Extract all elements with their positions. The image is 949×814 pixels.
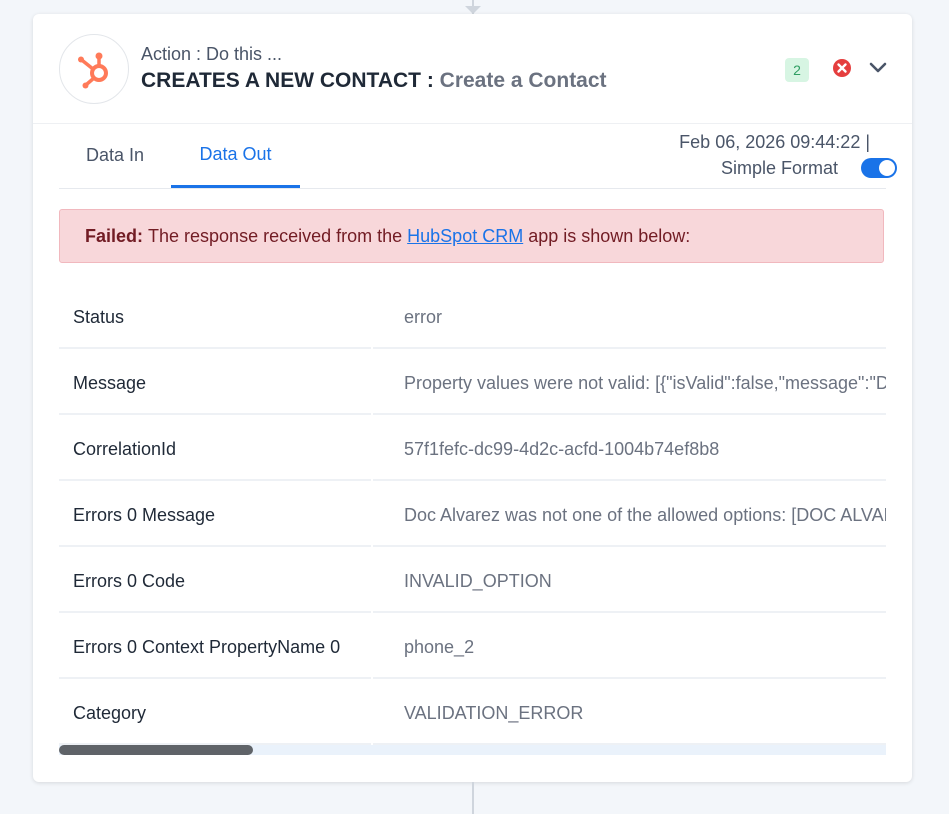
table-row: CorrelationId 57f1fefc-dc99-4d2c-acfd-10… [59,417,886,483]
simple-format-label: Simple Format [720,158,838,178]
table-row: Status error [59,285,886,351]
tab-data-out[interactable]: Data Out [171,124,300,188]
alert-text-after: app is shown below: [528,225,691,246]
row-key: Errors 0 Message [59,483,371,547]
response-table[interactable]: Status error Message Property values wer… [59,285,886,745]
error-x-icon[interactable] [832,58,852,78]
row-value: error [373,285,886,349]
alert-prefix: Failed: [85,225,144,246]
row-value: INVALID_OPTION [373,549,886,613]
step-title-sub: Create a Contact [439,69,607,92]
row-value: VALIDATION_ERROR [373,681,886,745]
row-key: Errors 0 Code [59,549,371,613]
hubspot-logo-icon [59,34,129,104]
step-header[interactable]: Action : Do this ... CREATES A NEW CONTA… [33,14,912,124]
alert-text-before: The response received from the [148,225,403,246]
table-row: Category VALIDATION_ERROR [59,681,886,745]
arrow-down-icon [465,6,481,14]
step-count-badge: 2 [785,58,809,82]
data-tabs: Data In Data Out Feb 06, 2026 09:44:22 |… [59,124,897,189]
hubspot-logo-svg [78,52,108,89]
flow-connector-bottom [472,782,474,814]
row-key: Status [59,285,371,349]
step-title-main: CREATES A NEW CONTACT : [141,69,434,92]
row-value: Doc Alvarez was not one of the allowed o… [373,483,886,547]
step-title: CREATES A NEW CONTACT : Create a Contact [141,69,607,93]
table-row: Errors 0 Message Doc Alvarez was not one… [59,483,886,549]
row-value: Property values were not valid: [{"isVal… [373,351,886,415]
row-value: phone_2 [373,615,886,679]
row-key: CorrelationId [59,417,371,481]
table-row: Message Property values were not valid: … [59,351,886,417]
horizontal-scrollbar[interactable] [59,745,886,755]
table-row: Errors 0 Code INVALID_OPTION [59,549,886,615]
hubspot-crm-link[interactable]: HubSpot CRM [407,226,523,247]
row-key: Category [59,681,371,745]
scrollbar-thumb[interactable] [59,745,253,755]
response-timestamp: Feb 06, 2026 09:44:22 | [679,132,870,152]
action-step-card: Action : Do this ... CREATES A NEW CONTA… [33,14,912,782]
row-key: Errors 0 Context PropertyName 0 [59,615,371,679]
action-type-label: Action : Do this ... [141,44,283,64]
tab-data-in[interactable]: Data In [59,124,171,186]
simple-format-toggle[interactable] [861,158,897,178]
row-key: Message [59,351,371,415]
toggle-knob [879,160,895,176]
failed-alert: Failed: The response received from the H… [59,209,884,263]
table-row: Errors 0 Context PropertyName 0 phone_2 [59,615,886,681]
chevron-down-icon[interactable] [868,60,888,76]
row-value: 57f1fefc-dc99-4d2c-acfd-1004b74ef8b8 [373,417,886,481]
